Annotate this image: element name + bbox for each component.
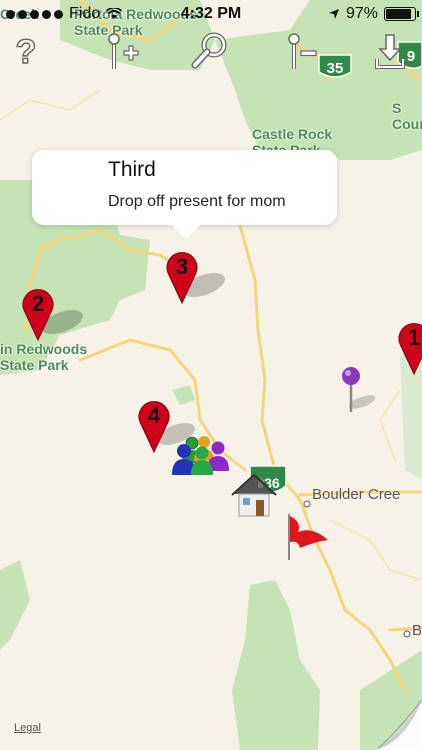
status-bar: Fido 4:32 PM 97% <box>0 0 422 28</box>
push-pin-icon <box>342 367 376 412</box>
battery-fill <box>386 9 412 19</box>
svg-text:?: ? <box>16 33 37 69</box>
add-pin-icon <box>108 33 139 69</box>
remove-pin-button[interactable] <box>282 28 322 74</box>
legal-link[interactable]: Legal <box>14 722 41 734</box>
add-pin-button[interactable] <box>102 28 142 74</box>
map-pin-3[interactable]: 3 <box>164 247 230 310</box>
home-marker[interactable] <box>230 470 280 525</box>
search-button[interactable] <box>190 28 230 74</box>
red-flag-icon <box>288 514 328 560</box>
purple-push-pin[interactable] <box>340 366 380 419</box>
pin-number: 3 <box>176 254 188 279</box>
page-curl-button[interactable] <box>374 700 422 750</box>
town-dot <box>403 630 411 638</box>
callout-title: Third <box>108 158 156 181</box>
map-label-b: B <box>412 622 422 639</box>
download-icon <box>375 34 405 69</box>
pin-marker-icon: 2 <box>22 289 83 342</box>
people-group-marker[interactable] <box>170 433 236 484</box>
help-button[interactable]: ? <box>6 28 46 74</box>
map-toolbar: ? <box>0 28 422 78</box>
download-button[interactable] <box>372 28 408 74</box>
destination-flag[interactable] <box>284 512 332 567</box>
map-pin-1[interactable]: 1 <box>396 318 422 381</box>
map-label-boulder-creek: Boulder Cree <box>312 486 401 503</box>
battery-percent: 97% <box>345 5 378 22</box>
people-icon <box>172 436 229 475</box>
pin-callout[interactable]: Third Drop off present for mom <box>32 150 337 239</box>
map-pin-2[interactable]: 2 <box>20 284 86 347</box>
pin-number: 4 <box>148 403 161 428</box>
battery-icon <box>384 7 419 21</box>
pin-number: 1 <box>408 325 420 350</box>
magnifier-icon <box>191 32 227 69</box>
pin-marker-icon: 1 <box>398 323 422 376</box>
town-dot <box>303 500 311 508</box>
house-icon <box>231 473 277 517</box>
callout-subtitle: Drop off present for mom <box>108 193 286 210</box>
remove-pin-icon <box>288 33 317 69</box>
location-arrow-icon <box>328 9 339 19</box>
pin-number: 2 <box>32 291 44 316</box>
question-mark-icon: ? <box>15 33 37 69</box>
pin-marker-icon: 3 <box>166 252 225 305</box>
map-label-county: SCoun <box>392 100 422 132</box>
